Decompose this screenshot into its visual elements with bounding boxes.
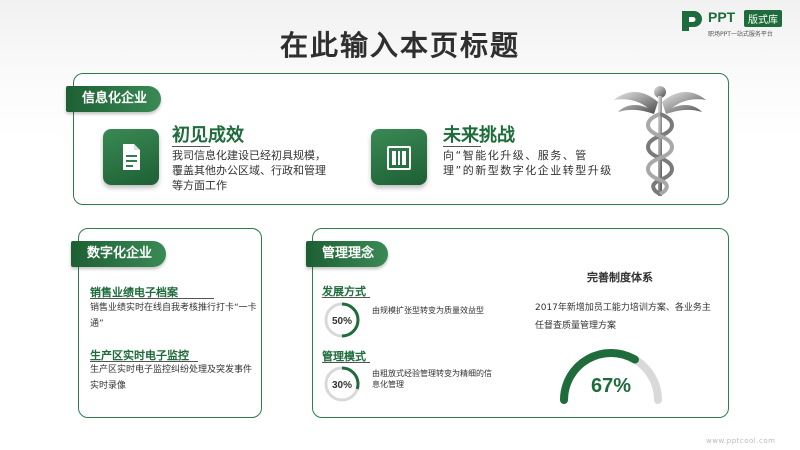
first-results-underline bbox=[172, 146, 210, 147]
system-percent-label: 67% bbox=[591, 375, 631, 397]
system-desc: 2017年新增加员工能力培训方案、各业务主任督查质量管理方案 bbox=[535, 303, 711, 331]
footer-url: www.pptcool.com bbox=[706, 437, 776, 445]
system-title: 完善制度体系 bbox=[587, 271, 653, 284]
development-progress-ring: 50% bbox=[324, 302, 360, 338]
future-challenge-underline bbox=[443, 146, 481, 147]
logo-mark-icon bbox=[682, 11, 702, 31]
development-mode-underline bbox=[322, 297, 370, 298]
management-philosophy-tag: 管理理念 bbox=[306, 241, 389, 267]
development-mode-desc: 由规模扩张型转变为质量效益型 bbox=[372, 306, 484, 315]
management-mode-desc: 由粗放式经验管理转变为精细的信息化管理 bbox=[372, 369, 492, 389]
sales-archive-underline bbox=[90, 298, 214, 299]
caduceus-icon bbox=[614, 86, 706, 196]
sales-archive-desc: 销售业绩实时在线自我考核推行打卡“一卡通” bbox=[90, 303, 257, 329]
management-mode-underline bbox=[322, 362, 370, 363]
future-challenge-desc: 向“智能化升级、服务、管理”的新型数字化企业转型升级 bbox=[443, 149, 613, 177]
digital-enterprise-tag: 数字化企业 bbox=[71, 241, 167, 267]
info-enterprise-tag: 信息化企业 bbox=[66, 86, 162, 112]
brand-logo: PPT 版式库 职场PPT一站式服务平台 bbox=[680, 8, 792, 42]
future-challenge-title: 未来挑战 bbox=[443, 125, 515, 146]
production-monitor-desc: 生产区实时电子监控纠纷处理及突发事件实时录像 bbox=[90, 365, 253, 391]
document-icon bbox=[103, 129, 159, 185]
first-results-title: 初见成效 bbox=[172, 125, 244, 146]
system-gauge: 67% bbox=[560, 349, 662, 404]
logo-subtitle: 职场PPT一站式服务平台 bbox=[708, 31, 773, 38]
management-progress-ring: 30% bbox=[324, 366, 360, 402]
logo-badge: 版式库 bbox=[744, 10, 782, 27]
logo-brand: PPT bbox=[708, 9, 736, 25]
book-icon bbox=[371, 129, 427, 185]
first-results-desc: 我司信息化建设已经初具规模，覆盖其他办公区域、行政和管理等方面工作 bbox=[172, 149, 326, 192]
development-percent-label: 50% bbox=[332, 316, 352, 327]
management-percent-label: 30% bbox=[332, 380, 352, 391]
